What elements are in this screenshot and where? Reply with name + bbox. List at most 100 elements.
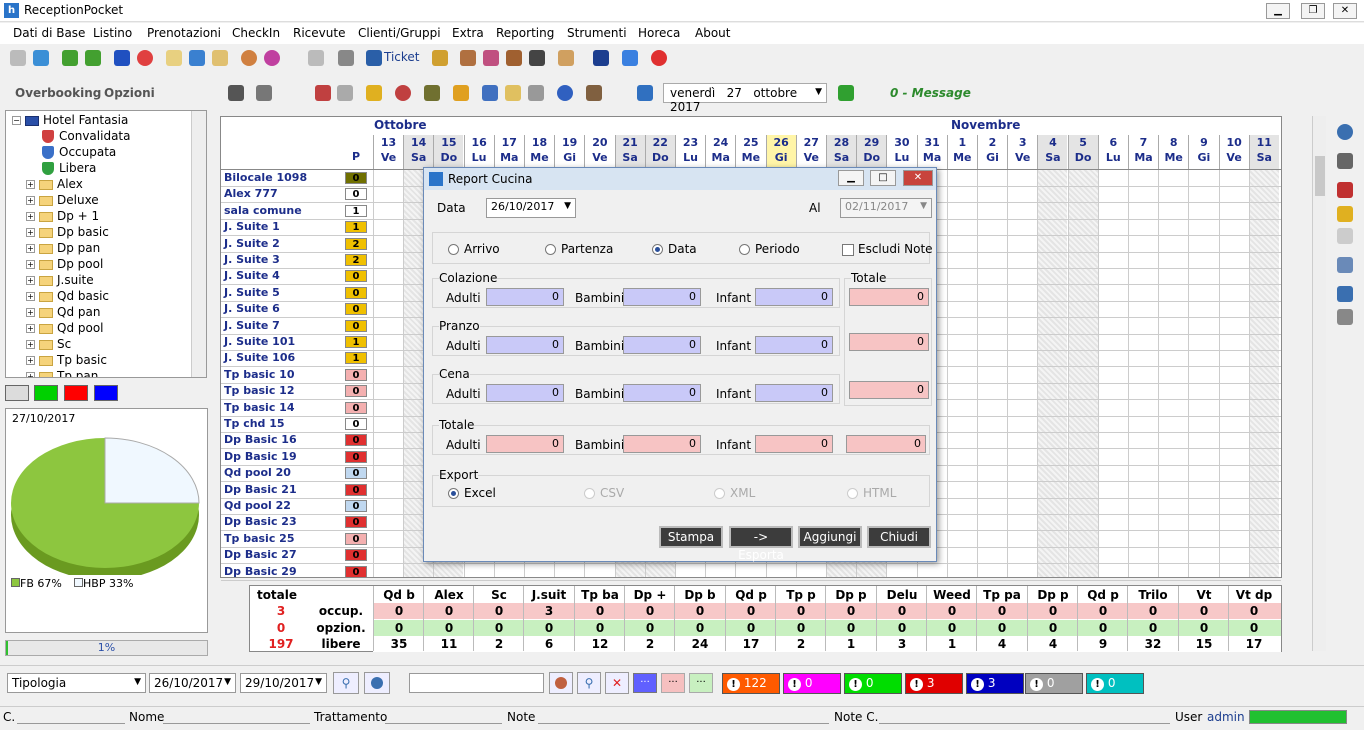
day-header[interactable]: 23 Lu bbox=[675, 135, 705, 169]
chiudi-button[interactable]: Chiudi bbox=[867, 526, 931, 548]
find-button[interactable]: ⚲ bbox=[577, 672, 601, 694]
refresh-icon[interactable] bbox=[33, 50, 49, 66]
day-header[interactable]: 2 Gi bbox=[977, 135, 1007, 169]
colazione-infant-field[interactable]: 0 bbox=[755, 288, 833, 306]
menu-extra[interactable]: Extra bbox=[452, 26, 484, 40]
day-header[interactable]: 14 Sa bbox=[403, 135, 434, 169]
expand-icon[interactable]: + bbox=[26, 180, 35, 189]
ticket-icon[interactable] bbox=[366, 50, 382, 66]
to-date-picker[interactable]: 29/10/2017 ▼ bbox=[240, 673, 327, 693]
totale-adulti-field[interactable]: 0 bbox=[486, 435, 564, 453]
radio-periodo[interactable]: Periodo bbox=[739, 242, 800, 256]
day-header[interactable]: 15 Do bbox=[433, 135, 464, 169]
menu-listino[interactable]: Listino bbox=[93, 26, 132, 40]
message-label[interactable]: 0 - Message bbox=[890, 86, 971, 100]
grid-tool-icon[interactable] bbox=[558, 50, 574, 66]
tree-item-folder[interactable]: + Qd basic bbox=[26, 288, 109, 304]
tree-item-libera[interactable]: Libera bbox=[42, 160, 96, 176]
day-column[interactable] bbox=[1128, 169, 1158, 577]
day-column[interactable] bbox=[1097, 169, 1128, 577]
window-icon[interactable] bbox=[315, 85, 331, 101]
colazione-adulti-field[interactable]: 0 bbox=[486, 288, 564, 306]
scrollbar-thumb[interactable] bbox=[1315, 156, 1325, 196]
status-counter[interactable]: ! 0 bbox=[783, 673, 841, 694]
zoom-icon[interactable] bbox=[1337, 124, 1353, 140]
forward-arrow-icon[interactable] bbox=[838, 85, 854, 101]
bars-icon[interactable] bbox=[1337, 182, 1353, 198]
search-button[interactable]: ⚲ bbox=[333, 672, 359, 694]
day-header[interactable]: 1 Me bbox=[946, 135, 977, 169]
clients-button[interactable] bbox=[549, 672, 573, 694]
day-header[interactable]: 26 Gi bbox=[765, 135, 796, 169]
expand-icon[interactable]: + bbox=[26, 340, 35, 349]
color-swatch-grey[interactable] bbox=[5, 385, 29, 401]
search-person-icon[interactable] bbox=[586, 85, 602, 101]
ticket-label[interactable]: Ticket bbox=[384, 50, 420, 64]
expand-icon[interactable]: + bbox=[26, 260, 35, 269]
data-date-picker[interactable]: 26/10/2017 ▼ bbox=[486, 198, 576, 218]
pranzo-bambini-field[interactable]: 0 bbox=[623, 336, 701, 354]
totale-grand-field[interactable]: 0 bbox=[846, 435, 926, 453]
day-header[interactable]: 30 Lu bbox=[886, 135, 916, 169]
expand-icon[interactable]: + bbox=[26, 324, 35, 333]
expand-icon[interactable]: + bbox=[26, 292, 35, 301]
edit-icon[interactable] bbox=[432, 50, 448, 66]
day-header[interactable]: 25 Me bbox=[735, 135, 765, 169]
export-xml-radio[interactable]: XML bbox=[714, 486, 755, 500]
day-header[interactable]: 13 Ve bbox=[373, 135, 403, 169]
export-html-radio[interactable]: HTML bbox=[847, 486, 896, 500]
guest-icon[interactable] bbox=[506, 50, 522, 66]
alarm-clock-icon[interactable] bbox=[241, 50, 257, 66]
room-name[interactable]: J. Suite 4 bbox=[224, 268, 280, 284]
totale-cena-field[interactable]: 0 bbox=[849, 381, 929, 399]
barcode-icon[interactable] bbox=[529, 50, 545, 66]
room-name[interactable]: Tp basic 10 bbox=[224, 367, 294, 383]
close-button[interactable]: ✕ bbox=[1333, 3, 1357, 19]
room-name[interactable]: Tp basic 25 bbox=[224, 531, 294, 547]
color-swatch-green[interactable] bbox=[34, 385, 58, 401]
pranzo-infant-field[interactable]: 0 bbox=[755, 336, 833, 354]
badge-icon[interactable] bbox=[424, 85, 440, 101]
room-name[interactable]: J. Suite 5 bbox=[224, 285, 280, 301]
tree-item-folder[interactable]: + Sc bbox=[26, 336, 71, 352]
esporta-button[interactable]: -> Esporta bbox=[729, 526, 793, 562]
cena-bambini-field[interactable]: 0 bbox=[623, 384, 701, 402]
room-name[interactable]: J. Suite 7 bbox=[224, 318, 280, 334]
envelope-icon[interactable] bbox=[505, 85, 521, 101]
menu-prenotazioni[interactable]: Prenotazioni bbox=[147, 26, 221, 40]
radio-arrivo[interactable]: Arrivo bbox=[448, 242, 500, 256]
notes-icon[interactable] bbox=[166, 50, 182, 66]
room-tree[interactable]: − Hotel Fantasia Convalidata Occupata Lib… bbox=[5, 110, 207, 378]
day-header[interactable]: 3 Ve bbox=[1007, 135, 1037, 169]
day-column[interactable] bbox=[1218, 169, 1249, 577]
tree-scrollbar[interactable] bbox=[191, 111, 206, 377]
tipologia-select[interactable]: Tipologia ▼ bbox=[7, 673, 146, 693]
tree-item-folder[interactable]: + Alex bbox=[26, 176, 83, 192]
day-header[interactable]: 17 Ma bbox=[493, 135, 524, 169]
room-name[interactable]: J. Suite 6 bbox=[224, 301, 280, 317]
totale-pranzo-field[interactable]: 0 bbox=[849, 333, 929, 351]
tree-item-folder[interactable]: + Qd pan bbox=[26, 304, 100, 320]
al-date-picker[interactable]: 02/11/2017 ▼ bbox=[840, 198, 932, 218]
sync-icon[interactable] bbox=[557, 85, 573, 101]
table-icon[interactable] bbox=[1337, 286, 1353, 302]
check-icon[interactable] bbox=[114, 50, 130, 66]
checkbox-escludi-note[interactable]: Escludi Note bbox=[842, 242, 933, 256]
status-counter[interactable]: ! 0 bbox=[844, 673, 902, 694]
euro-icon[interactable] bbox=[453, 85, 469, 101]
dropdown-tool-icon[interactable] bbox=[264, 50, 280, 66]
filter-blue-button[interactable]: ... bbox=[633, 673, 657, 693]
menu-reporting[interactable]: Reporting bbox=[496, 26, 554, 40]
expand-icon[interactable]: + bbox=[26, 276, 35, 285]
power-icon[interactable] bbox=[651, 50, 667, 66]
menu-ricevute[interactable]: Ricevute bbox=[293, 26, 345, 40]
document-icon[interactable] bbox=[212, 50, 228, 66]
room-name[interactable]: J. Suite 3 bbox=[224, 252, 280, 268]
list-icon[interactable] bbox=[482, 85, 498, 101]
day-column[interactable] bbox=[946, 169, 977, 577]
tree-item-folder[interactable]: + Qd pool bbox=[26, 320, 104, 336]
grid-scrollbar[interactable] bbox=[1312, 116, 1326, 651]
from-date-picker[interactable]: 26/10/2017 ▼ bbox=[149, 673, 236, 693]
day-header[interactable]: 28 Sa bbox=[826, 135, 856, 169]
color-swatch-red[interactable] bbox=[64, 385, 88, 401]
